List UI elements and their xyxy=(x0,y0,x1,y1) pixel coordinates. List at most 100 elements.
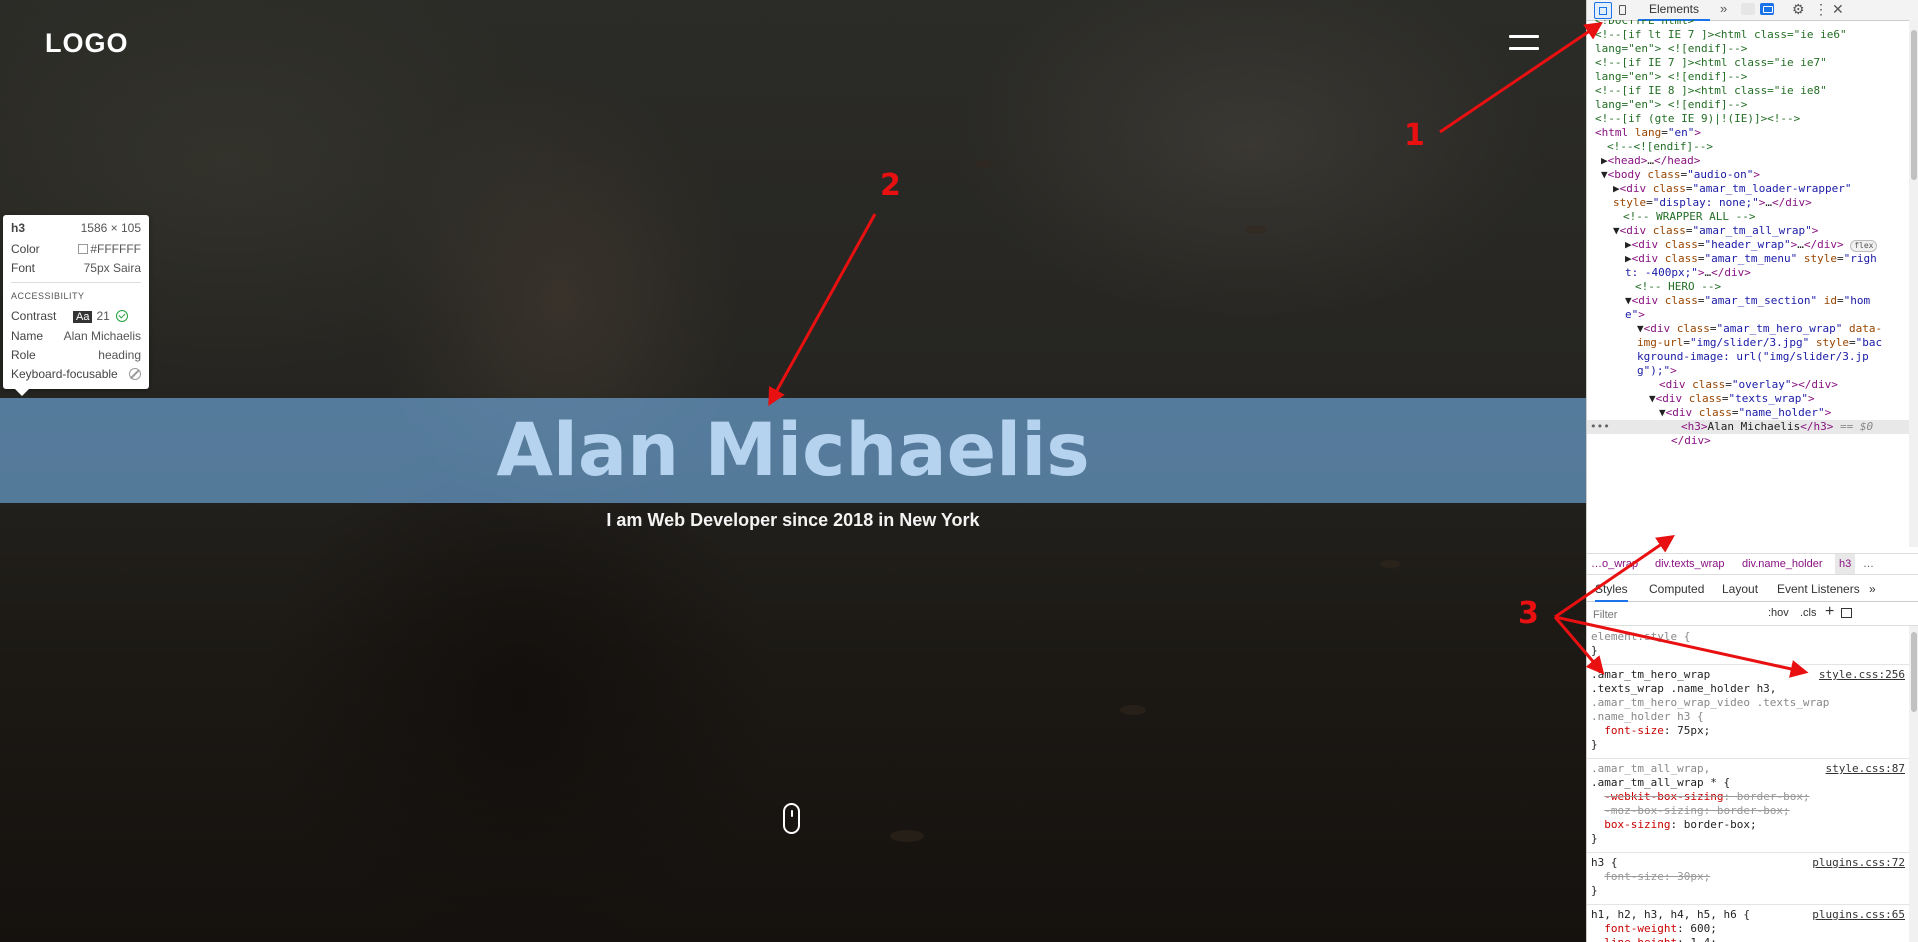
dom-node[interactable]: ▼<div class="amar_tm_section" id="hom xyxy=(1587,294,1909,308)
dom-node[interactable]: <!--[if IE 8 ]><html class="ie ie8" xyxy=(1587,84,1909,98)
css-rule[interactable]: .amar_tm_hero_wrap .texts_wrap .name_hold… xyxy=(1587,666,1909,759)
dom-node[interactable]: ▼<div class="texts_wrap"> xyxy=(1587,392,1909,406)
breadcrumb-more[interactable]: … xyxy=(1863,554,1874,574)
breadcrumb-item[interactable]: …o_wrap xyxy=(1591,554,1638,574)
dom-node[interactable]: t: -400px;">…</div> xyxy=(1587,266,1909,280)
css-source-link[interactable]: plugins.css:72 xyxy=(1812,856,1905,870)
dom-node[interactable]: </div> xyxy=(1587,434,1909,448)
tab-styles[interactable]: Styles xyxy=(1595,578,1628,602)
dom-node[interactable]: ▼<body class="audio-on"> xyxy=(1587,168,1909,182)
more-options-icon[interactable]: ⋮ xyxy=(1814,0,1828,19)
css-rule-line: -webkit-box-sizing: border-box; xyxy=(1604,790,1810,803)
tab-computed[interactable]: Computed xyxy=(1649,578,1704,600)
devtools-toolbar: Elements » ⚙ ⋮ ✕ xyxy=(1587,0,1918,21)
dom-node[interactable]: ▼<div class="amar_tm_all_wrap"> xyxy=(1587,224,1909,238)
css-rule[interactable]: h1, h2, h3, h4, h5, h6 { font-weight: 60… xyxy=(1587,906,1909,942)
styles-filter-row: :hov .cls + xyxy=(1587,603,1918,626)
dom-node[interactable]: img-url="img/slider/3.jpg" style="bac xyxy=(1587,336,1909,350)
scrollbar-thumb[interactable] xyxy=(1911,632,1917,712)
dom-node[interactable]: <div class="overlay"></div> xyxy=(1587,378,1909,392)
dom-node[interactable]: <html lang="en"> xyxy=(1587,126,1909,140)
dom-node-selected[interactable]: <h3>Alan Michaelis</h3> == $0 ••• xyxy=(1587,420,1909,434)
css-rule[interactable]: .amar_tm_all_wrap, .amar_tm_all_wrap * { … xyxy=(1587,760,1909,853)
dom-node[interactable]: ▶<head>…</head> xyxy=(1587,154,1909,168)
hero-title: Alan Michaelis xyxy=(496,408,1090,493)
tooltip-role-label: Role xyxy=(11,348,36,362)
tooltip-name-label: Name xyxy=(11,329,44,343)
breadcrumb-item-active[interactable]: h3 xyxy=(1835,554,1856,574)
css-source-link[interactable]: style.css:87 xyxy=(1826,762,1905,776)
dom-node[interactable]: <!--[if lt IE 7 ]><html class="ie ie6" xyxy=(1587,28,1909,42)
tooltip-accessibility-heading: ACCESSIBILITY xyxy=(11,291,85,301)
css-rule-line: element.style { xyxy=(1591,630,1691,643)
background-decoration xyxy=(1380,560,1400,568)
dom-node[interactable]: ▼<div class="name_holder"> xyxy=(1587,406,1909,420)
dom-node[interactable]: ▶<div class="header_wrap">…</div> flex xyxy=(1587,238,1909,252)
breadcrumb-item[interactable]: div.texts_wrap xyxy=(1655,554,1725,574)
dom-node[interactable]: lang="en"> <![endif]--> xyxy=(1587,42,1909,56)
contrast-badge: Aa xyxy=(73,311,93,323)
dom-node[interactable]: ▶<div class="amar_tm_menu" style="righ xyxy=(1587,252,1909,266)
gear-icon[interactable]: ⚙ xyxy=(1792,0,1805,19)
tooltip-color-label: Color xyxy=(11,242,40,256)
devtools-panel: Elements » ⚙ ⋮ ✕ <!DOCTYPE html> <!--[if … xyxy=(1586,0,1918,942)
scroll-mouse-icon[interactable] xyxy=(783,803,800,834)
dom-node[interactable]: <!-- WRAPPER ALL --> xyxy=(1587,210,1909,224)
not-focusable-icon xyxy=(129,368,141,380)
device-toolbar-icon[interactable] xyxy=(1614,2,1630,17)
styles-filter-input[interactable] xyxy=(1591,606,1755,624)
dom-node[interactable]: style="display: none;">…</div> xyxy=(1587,196,1909,210)
cls-toggle[interactable]: .cls xyxy=(1800,607,1817,619)
new-rule-button[interactable]: + xyxy=(1825,603,1834,621)
tooltip-role-value: heading xyxy=(98,348,141,362)
css-rule[interactable]: h3 { font-size: 30px;} plugins.css:72 xyxy=(1587,854,1909,905)
background-decoration xyxy=(1120,705,1146,715)
tab-event-listeners[interactable]: Event Listeners xyxy=(1777,578,1860,600)
dom-node[interactable]: <!DOCTYPE html> xyxy=(1587,20,1909,28)
tab-elements[interactable]: Elements xyxy=(1638,0,1710,21)
more-actions-icon[interactable]: ••• xyxy=(1590,420,1610,434)
dom-node[interactable]: kground-image: url("img/slider/3.jp xyxy=(1587,350,1909,364)
breadcrumb: …o_wrap div.texts_wrap div.name_holder h… xyxy=(1587,553,1918,575)
dom-node[interactable]: <!-- HERO --> xyxy=(1587,280,1909,294)
more-tabs-icon[interactable]: » xyxy=(1720,0,1727,19)
dom-node[interactable]: g");"> xyxy=(1587,364,1909,378)
toggle-sidebar-icon[interactable] xyxy=(1841,608,1852,618)
dom-node[interactable]: <!--[if IE 7 ]><html class="ie ie7" xyxy=(1587,56,1909,70)
background-decoration xyxy=(890,830,924,842)
site-logo[interactable]: LOGO xyxy=(45,28,129,59)
css-source-link[interactable]: style.css:256 xyxy=(1819,668,1905,682)
inspect-element-icon[interactable] xyxy=(1594,2,1612,19)
styles-scrollbar[interactable] xyxy=(1909,626,1918,942)
dom-node[interactable]: <!--<![endif]--> xyxy=(1587,140,1909,154)
dom-node[interactable]: lang="en"> <![endif]--> xyxy=(1587,70,1909,84)
css-source-link[interactable]: plugins.css:65 xyxy=(1812,908,1905,922)
dom-tree[interactable]: <!DOCTYPE html> <!--[if lt IE 7 ]><html c… xyxy=(1587,20,1909,547)
hamburger-menu-icon[interactable] xyxy=(1509,35,1541,55)
styles-rules: element.style {} .amar_tm_hero_wrap .texts… xyxy=(1587,626,1909,942)
hamburger-bar xyxy=(1509,47,1539,50)
dom-scrollbar[interactable] xyxy=(1909,20,1918,547)
hov-toggle[interactable]: :hov xyxy=(1768,607,1789,619)
dom-node[interactable]: e"> xyxy=(1587,308,1909,322)
more-tabs-icon[interactable]: » xyxy=(1869,578,1876,600)
tooltip-name-value: Alan Michaelis xyxy=(63,329,141,343)
css-rule-line: h3 { xyxy=(1591,856,1618,869)
css-rule-line: } xyxy=(1591,884,1598,897)
close-icon[interactable]: ✕ xyxy=(1832,0,1844,19)
tab-layout[interactable]: Layout xyxy=(1722,578,1758,600)
dom-node[interactable]: ▼<div class="amar_tm_hero_wrap" data- xyxy=(1587,322,1909,336)
css-rule[interactable]: element.style {} xyxy=(1587,628,1909,665)
tooltip-size: 1586 × 105 xyxy=(80,221,141,235)
dom-node[interactable]: lang="en"> <![endif]--> xyxy=(1587,98,1909,112)
breadcrumb-item[interactable]: div.name_holder xyxy=(1742,554,1823,574)
scrollbar-thumb[interactable] xyxy=(1911,30,1917,180)
dom-node[interactable]: ▶<div class="amar_tm_loader-wrapper" xyxy=(1587,182,1909,196)
inspect-tooltip: h3 1586 × 105 Color #FFFFFF Font 75px Sa… xyxy=(3,215,149,396)
console-sidebar-icon[interactable] xyxy=(1741,3,1755,15)
dom-node[interactable]: <!--[if (gte IE 9)|!(IE)]><!--> xyxy=(1587,112,1909,126)
css-rule-line: font-size: 75px; xyxy=(1604,724,1711,737)
annotation-number: 2 xyxy=(880,168,901,203)
tooltip-contrast-label: Contrast xyxy=(11,309,57,323)
issues-message-icon[interactable] xyxy=(1760,3,1774,15)
